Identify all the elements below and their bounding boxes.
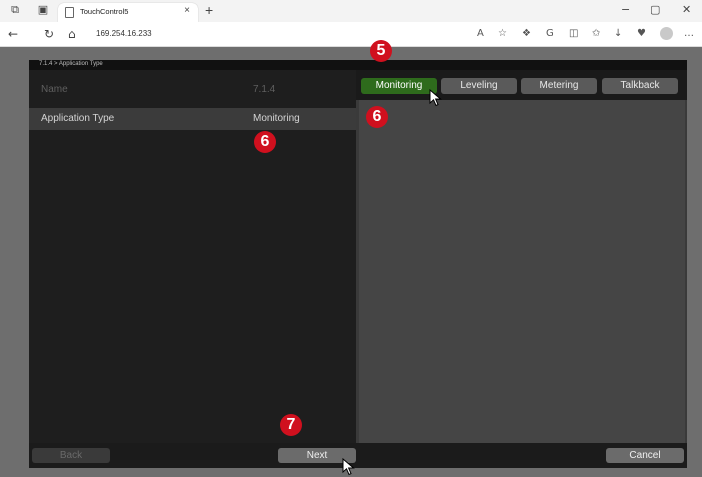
application-window: 7.1.4 > Application Type Name 7.1.4 Appl… bbox=[29, 60, 687, 468]
performance-icon[interactable]: ♥ bbox=[637, 28, 646, 40]
application-type-label: Application Type bbox=[41, 113, 115, 124]
segment-bar: Monitoring Leveling Metering Talkback bbox=[356, 70, 687, 100]
mouse-cursor-icon bbox=[342, 458, 355, 476]
extensions-icon[interactable]: ❖ bbox=[522, 28, 531, 40]
address-bar: ← ↻ ⌂ 169.254.16.233 A ☆ ❖ G ◫ ✩ ↓ ♥ … bbox=[0, 22, 702, 47]
app-viewport: 7.1.4 > Application Type Name 7.1.4 Appl… bbox=[0, 47, 702, 477]
mouse-cursor-icon bbox=[429, 89, 442, 107]
tab-actions-icon[interactable]: ▣ bbox=[37, 4, 49, 16]
footer-bar: Back Next Cancel bbox=[29, 443, 687, 468]
name-value: 7.1.4 bbox=[253, 84, 276, 95]
browser-tab[interactable]: TouchControl5 × bbox=[58, 3, 198, 22]
talkback-button[interactable]: Talkback bbox=[602, 78, 678, 94]
maximize-button[interactable]: ▢ bbox=[650, 4, 660, 16]
callout-badge: 5 bbox=[370, 40, 392, 62]
monitoring-button[interactable]: Monitoring bbox=[361, 78, 437, 94]
copilot-icon[interactable]: G bbox=[546, 28, 554, 40]
url-field[interactable]: 169.254.16.233 bbox=[96, 29, 152, 38]
favorite-icon[interactable]: ☆ bbox=[498, 28, 507, 40]
refresh-icon[interactable]: ↻ bbox=[44, 27, 54, 41]
selection-pane: Monitoring Leveling Metering Talkback bbox=[356, 70, 687, 451]
selection-content-area bbox=[359, 100, 685, 451]
close-window-button[interactable]: ✕ bbox=[682, 4, 691, 16]
workspaces-icon[interactable]: ⧉ bbox=[9, 4, 21, 16]
properties-pane: Name 7.1.4 Application Type Monitoring bbox=[29, 70, 356, 443]
leveling-button[interactable]: Leveling bbox=[441, 78, 517, 94]
cancel-button[interactable]: Cancel bbox=[606, 448, 684, 463]
new-tab-button[interactable]: + bbox=[205, 2, 213, 18]
name-row: Name 7.1.4 bbox=[29, 79, 356, 101]
minimize-button[interactable]: − bbox=[621, 4, 630, 16]
favorites-bar-icon[interactable]: ✩ bbox=[592, 28, 600, 40]
metering-button[interactable]: Metering bbox=[521, 78, 597, 94]
callout-badge: 7 bbox=[280, 414, 302, 436]
callout-badge: 6 bbox=[254, 131, 276, 153]
tab-close-button[interactable]: × bbox=[184, 5, 190, 16]
profile-icon[interactable] bbox=[660, 27, 673, 40]
name-label: Name bbox=[41, 84, 68, 95]
home-icon[interactable]: ⌂ bbox=[68, 27, 76, 41]
split-screen-icon[interactable]: ◫ bbox=[569, 28, 578, 40]
browser-tab-bar: ⧉ ▣ TouchControl5 × + − ▢ ✕ bbox=[0, 0, 702, 22]
tab-title: TouchControl5 bbox=[80, 7, 129, 16]
back-button[interactable]: Back bbox=[32, 448, 110, 463]
breadcrumb: 7.1.4 > Application Type bbox=[39, 61, 103, 67]
application-type-row[interactable]: Application Type Monitoring bbox=[29, 108, 356, 130]
breadcrumb-bar: 7.1.4 > Application Type bbox=[29, 60, 687, 70]
more-icon[interactable]: … bbox=[684, 28, 694, 40]
application-type-value: Monitoring bbox=[253, 113, 300, 124]
callout-badge: 6 bbox=[366, 106, 388, 128]
page-icon bbox=[65, 7, 74, 18]
downloads-icon[interactable]: ↓ bbox=[614, 28, 622, 40]
read-aloud-icon[interactable]: A bbox=[477, 28, 484, 40]
back-icon[interactable]: ← bbox=[8, 27, 18, 41]
